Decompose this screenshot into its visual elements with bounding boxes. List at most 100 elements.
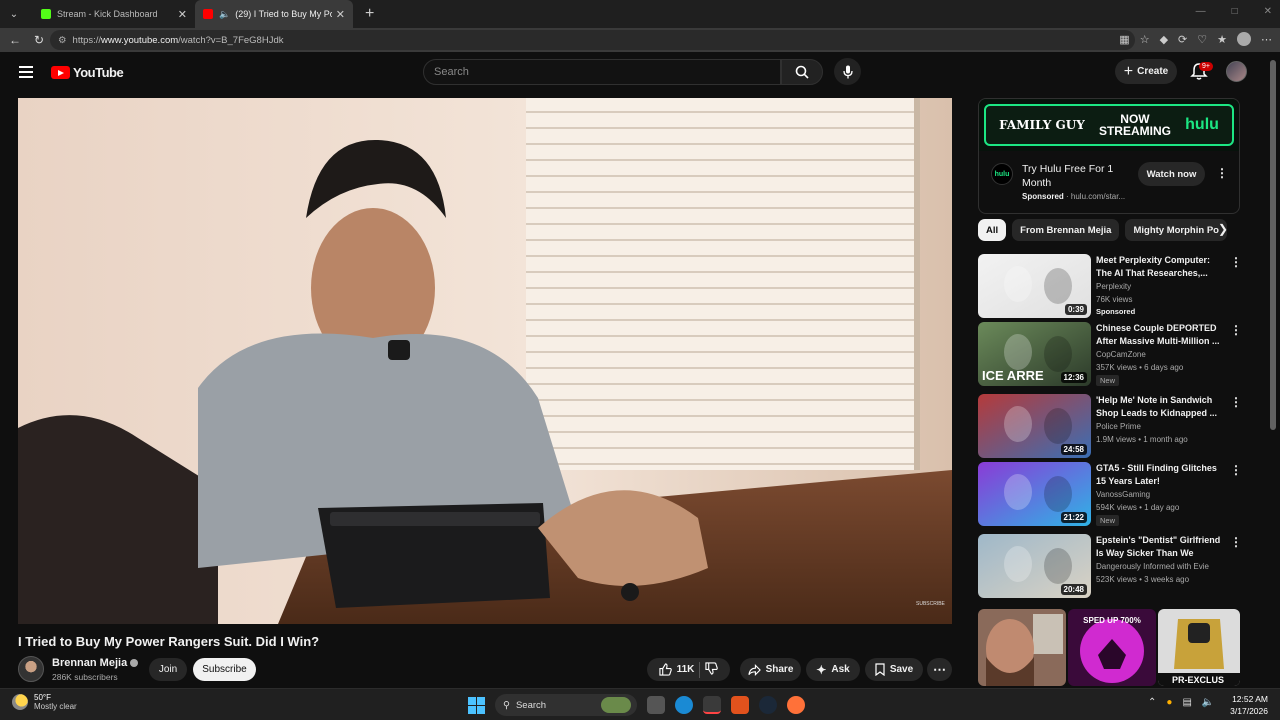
new-tab-button[interactable]: + (365, 5, 374, 23)
active-app-icon[interactable] (703, 696, 721, 714)
voice-search-button[interactable] (834, 58, 861, 85)
ad-menu-icon[interactable]: ⋮ (1216, 167, 1228, 179)
brave-browser-icon[interactable] (731, 696, 749, 714)
network-icon[interactable]: ▤ (1182, 697, 1191, 708)
share-label: Share (765, 664, 794, 675)
user-avatar[interactable] (1226, 61, 1247, 82)
video-menu-icon[interactable]: ⋮ (1230, 324, 1242, 336)
chevron-right-icon[interactable]: ❯ (1214, 222, 1232, 240)
share-button[interactable]: Share (740, 658, 801, 681)
tab-youtube-video[interactable]: 🔈 (29) I Tried to Buy My Power R ✕ (195, 0, 353, 28)
weather-condition: Mostly clear (34, 702, 77, 711)
dislike-button[interactable] (705, 661, 719, 678)
close-window-icon[interactable]: ✕ (1264, 6, 1272, 17)
recommended-channel[interactable]: Police Prime (1096, 422, 1141, 431)
channel-name[interactable]: Brennan Mejia (52, 657, 139, 669)
task-view-icon[interactable] (647, 696, 665, 714)
refresh-extension-icon[interactable]: ⟳ (1178, 33, 1187, 46)
sponsored-ad-card[interactable]: FAMILY GUY NOW STREAMING hulu hulu Try Hu… (978, 98, 1240, 214)
recommended-video[interactable]: 20:48 Epstein's "Dentist" Girlfriend Is … (978, 534, 1242, 598)
taskbar-clock[interactable]: 12:52 AM 3/17/2026 (1222, 693, 1268, 717)
recommended-title[interactable]: GTA5 - Still Finding Glitches 15 Years L… (1096, 462, 1226, 488)
weather-widget[interactable]: 50°F Mostly clear (12, 693, 77, 711)
steam-icon[interactable] (759, 696, 777, 714)
youtube-play-icon (51, 66, 70, 79)
hamburger-menu-icon[interactable] (19, 66, 33, 81)
recommended-title[interactable]: Chinese Couple DEPORTED After Massive Mu… (1096, 322, 1226, 348)
minimize-icon[interactable]: — (1196, 6, 1206, 17)
watch-now-button[interactable]: Watch now (1138, 162, 1205, 186)
page-scrollbar[interactable] (1268, 54, 1278, 686)
tab-title: (29) I Tried to Buy My Power R (235, 9, 332, 19)
video-menu-icon[interactable]: ⋮ (1230, 396, 1242, 408)
app-view-icon[interactable]: ▦ (1119, 33, 1129, 46)
ad-banner[interactable]: FAMILY GUY NOW STREAMING hulu (979, 99, 1239, 151)
ad-title[interactable]: Try Hulu Free For 1 Month (1022, 162, 1122, 190)
taskbar-search[interactable]: ⚲ Search (495, 694, 637, 716)
recommended-channel[interactable]: Perplexity (1096, 282, 1131, 291)
recommended-channel[interactable]: Dangerously Informed with Evie (1096, 562, 1209, 571)
more-options-icon[interactable]: ⋯ (1261, 33, 1272, 46)
reload-icon[interactable]: ↻ (30, 33, 48, 47)
chip-from-channel[interactable]: From Brennan Mejia (1012, 219, 1120, 241)
channel-avatar[interactable] (18, 656, 44, 682)
recommended-channel[interactable]: VanossGaming (1096, 490, 1150, 499)
advertiser-logo[interactable]: hulu (991, 163, 1013, 185)
join-button[interactable]: Join (149, 658, 187, 681)
firefox-icon[interactable] (787, 696, 805, 714)
chip-all[interactable]: All (978, 219, 1007, 241)
recommended-video[interactable]: 24:58 'Help Me' Note in Sandwich Shop Le… (978, 394, 1242, 458)
video-menu-icon[interactable]: ⋮ (1230, 464, 1242, 476)
collections-icon[interactable]: ♡ (1197, 33, 1207, 46)
video-player[interactable]: SUBSCRIBE (18, 98, 952, 624)
chip-mighty-morphin[interactable]: Mighty Morphin Po (1125, 219, 1227, 241)
recommended-video[interactable]: 21:22 GTA5 - Still Finding Glitches 15 Y… (978, 462, 1242, 526)
video-thumbnail[interactable]: 24:58 (978, 394, 1091, 458)
youtube-logo[interactable]: YouTube (51, 65, 124, 80)
url-field[interactable]: ⚙ https://www.youtube.com/watch?v=B_7FeG… (50, 30, 1135, 50)
recommended-title[interactable]: Epstein's "Dentist" Girlfriend Is Way Si… (1096, 534, 1226, 560)
system-tray: ⌃ ● ▤ 🔈 (1148, 697, 1214, 708)
search-button[interactable] (781, 59, 823, 85)
video-thumbnail[interactable]: 20:48 (978, 534, 1091, 598)
windows-start-icon[interactable] (468, 696, 485, 714)
video-menu-icon[interactable]: ⋮ (1230, 256, 1242, 268)
video-thumbnail[interactable]: 21:22 (978, 462, 1091, 526)
scrollbar-thumb[interactable] (1270, 60, 1276, 430)
volume-icon[interactable]: 🔈 (1202, 697, 1214, 708)
shorts-thumbnail[interactable] (978, 609, 1066, 686)
extension-icon[interactable]: ◆ (1160, 33, 1168, 46)
maximize-icon[interactable]: □ (1232, 6, 1238, 17)
save-button[interactable]: Save (865, 658, 923, 681)
profile-avatar[interactable] (1237, 32, 1251, 46)
close-tab-icon[interactable]: ✕ (336, 8, 345, 21)
shorts-thumbnail[interactable]: SPED UP 700% (1068, 609, 1156, 686)
tray-overflow-chevron-icon[interactable]: ⌃ (1148, 697, 1156, 708)
video-menu-icon[interactable]: ⋮ (1230, 536, 1242, 548)
site-info-icon[interactable]: ⚙ (58, 35, 67, 46)
microphone-tray-icon[interactable]: ● (1166, 697, 1172, 708)
like-button[interactable]: 11K (658, 663, 694, 676)
notification-count-badge: 9+ (1199, 62, 1213, 71)
recommended-video[interactable]: ICE ARRE 12:36 Chinese Couple DEPORTED A… (978, 322, 1242, 386)
tab-actions-menu-icon[interactable]: ⌄ (3, 3, 25, 25)
more-actions-button[interactable]: ⋯ (927, 658, 952, 681)
video-thumbnail[interactable]: ICE ARRE 12:36 (978, 322, 1091, 386)
favorite-star-icon[interactable]: ☆ (1140, 33, 1150, 46)
favorites-icon[interactable]: ★ (1217, 33, 1227, 46)
close-tab-icon[interactable]: ✕ (178, 8, 187, 21)
video-thumbnail[interactable]: 0:39 (978, 254, 1091, 318)
tab-kick-dashboard[interactable]: Stream - Kick Dashboard ✕ (33, 0, 195, 28)
ask-button[interactable]: ✦ Ask (806, 658, 860, 681)
shorts-thumbnail[interactable]: PR-EXCLUS (1158, 609, 1240, 686)
back-arrow-icon[interactable]: ← (6, 33, 24, 47)
recommended-channel[interactable]: CopCamZone (1096, 350, 1146, 359)
subscribe-button[interactable]: Subscribe (193, 658, 256, 681)
recommended-video[interactable]: 0:39 Meet Perplexity Computer: The AI Th… (978, 254, 1242, 318)
search-input[interactable]: Search (423, 59, 781, 85)
recommended-title[interactable]: 'Help Me' Note in Sandwich Shop Leads to… (1096, 394, 1226, 420)
recommended-title[interactable]: Meet Perplexity Computer: The AI That Re… (1096, 254, 1226, 280)
edge-browser-icon[interactable] (675, 696, 693, 714)
create-button[interactable]: + Create (1115, 59, 1177, 84)
speaker-icon[interactable]: 🔈 (219, 9, 230, 20)
